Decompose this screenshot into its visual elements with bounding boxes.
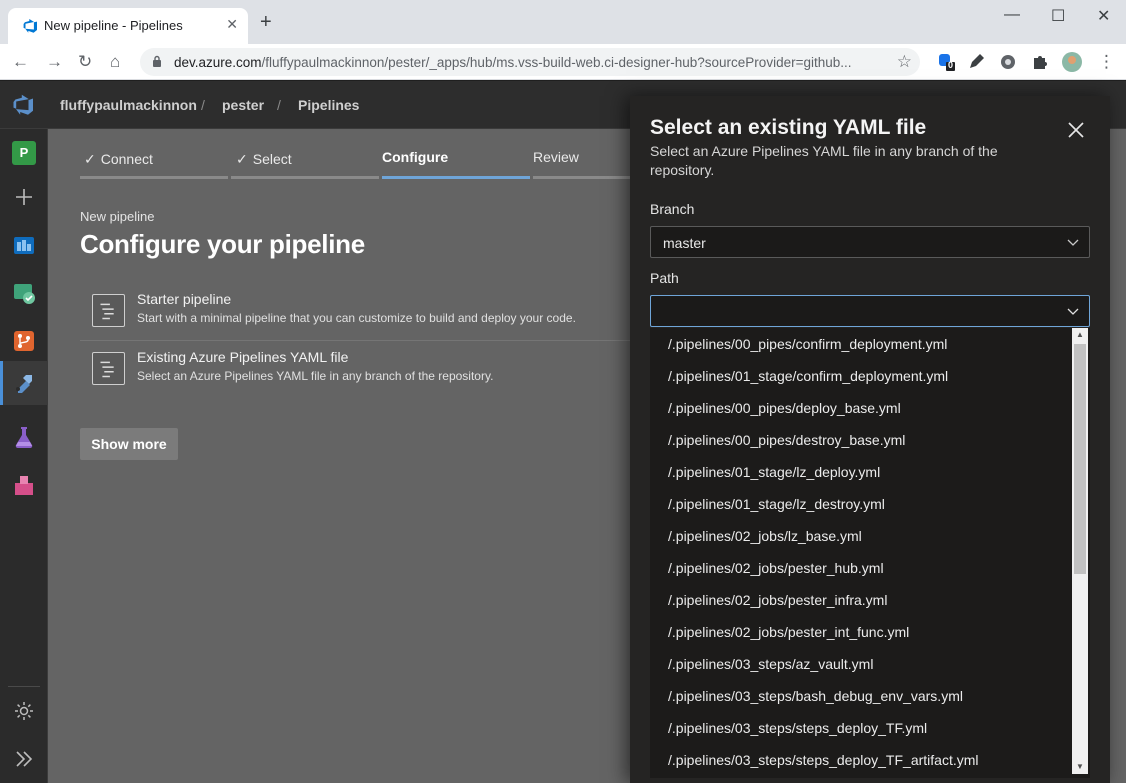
breadcrumb-separator: / (277, 97, 281, 113)
extension-counter-icon[interactable]: 0 (936, 52, 956, 72)
step-underline (80, 176, 228, 179)
home-icon[interactable]: ⌂ (110, 52, 120, 72)
settings-gear-icon[interactable] (12, 699, 36, 723)
profile-avatar[interactable] (1062, 52, 1082, 72)
option-description: Select an Azure Pipelines YAML file in a… (137, 369, 494, 383)
azure-devops-favicon-icon (23, 19, 37, 33)
path-option[interactable]: /.pipelines/03_steps/az_vault.yml (650, 648, 1070, 680)
rail-divider (8, 686, 40, 687)
close-window-icon[interactable]: ✕ (1097, 6, 1110, 26)
lock-icon (153, 55, 161, 67)
path-option[interactable]: /.pipelines/00_pipes/deploy_base.yml (650, 392, 1070, 424)
shield-extension-icon[interactable] (998, 52, 1018, 72)
step-connect[interactable]: ✓ Connect (84, 151, 153, 168)
path-dropdown[interactable] (650, 295, 1090, 327)
url-path: /fluffypaulmackinnon/pester/_apps/hub/ms… (261, 55, 852, 70)
step-label: Select (252, 151, 292, 167)
browser-tab-strip: New pipeline - Pipelines ✕ + — ☐ ✕ (0, 0, 1126, 44)
expand-chevrons-icon[interactable] (12, 747, 36, 771)
branch-dropdown[interactable]: master (650, 226, 1090, 258)
pen-extension-icon[interactable] (966, 52, 986, 72)
path-listbox: /.pipelines/03_steps/steps_deploy_TF_art… (650, 328, 1090, 778)
page-kicker: New pipeline (80, 209, 155, 224)
extension-badge: 0 (948, 60, 954, 70)
address-bar[interactable]: dev.azure.com/fluffypaulmackinnon/pester… (140, 48, 920, 76)
pipeline-yaml-icon (92, 352, 125, 385)
boards-icon[interactable] (12, 233, 36, 257)
select-yaml-panel: Select an existing YAML file Select an A… (630, 96, 1110, 783)
step-select[interactable]: ✓ Select (236, 151, 292, 168)
artifacts-icon[interactable] (12, 473, 36, 497)
url-host: dev.azure.com (174, 55, 262, 70)
back-icon[interactable]: ← (12, 52, 29, 72)
pipelines-icon[interactable] (12, 371, 36, 395)
test-plans-flask-icon[interactable] (12, 425, 36, 449)
tab-close-icon[interactable]: ✕ (226, 16, 238, 33)
path-option[interactable]: /.pipelines/01_stage/confirm_deployment.… (650, 360, 1070, 392)
path-option[interactable]: /.pipelines/03_steps/steps_deploy_TF_art… (650, 744, 1070, 776)
step-underline (533, 176, 633, 179)
scroll-up-icon[interactable]: ▲ (1072, 328, 1088, 342)
pipeline-yaml-icon (92, 294, 125, 327)
close-icon[interactable] (1066, 120, 1086, 140)
azure-devops-logo-icon[interactable] (12, 93, 36, 117)
panel-subtitle: Select an Azure Pipelines YAML file in a… (650, 143, 998, 178)
option-description: Start with a minimal pipeline that you c… (137, 311, 576, 325)
add-icon[interactable] (12, 185, 36, 209)
step-label: Connect (100, 151, 153, 167)
branch-value: master (663, 235, 706, 251)
scrollbar-thumb[interactable] (1074, 344, 1086, 574)
maximize-icon[interactable]: ☐ (1051, 6, 1065, 26)
path-option[interactable]: /.pipelines/02_jobs/pester_hub.yml (650, 552, 1070, 584)
check-icon: ✓ (236, 151, 248, 167)
repos-icon[interactable] (12, 329, 36, 353)
bookmark-star-icon[interactable]: ☆ (897, 52, 912, 72)
path-label: Path (650, 270, 679, 286)
scroll-down-icon[interactable]: ▼ (1072, 760, 1088, 774)
step-underline-active (382, 176, 530, 179)
browser-toolbar: ← → ↻ ⌂ dev.azure.com/fluffypaulmackinno… (0, 44, 1126, 80)
extensions-puzzle-icon[interactable] (1030, 52, 1050, 72)
path-option[interactable]: /.pipelines/00_pipes/confirm_deployment.… (650, 328, 1070, 360)
path-option[interactable]: /.pipelines/01_stage/lz_deploy.yml (650, 456, 1070, 488)
breadcrumb-pipelines[interactable]: Pipelines (298, 97, 359, 113)
chevron-down-icon (1067, 239, 1079, 246)
step-underline (231, 176, 379, 179)
branch-label: Branch (650, 201, 695, 217)
step-configure[interactable]: Configure (382, 149, 448, 165)
page-title: Configure your pipeline (80, 229, 365, 259)
option-divider (80, 340, 640, 341)
new-tab-button[interactable]: + (260, 12, 272, 32)
chevron-down-icon (1067, 308, 1079, 315)
starter-pipeline-option[interactable]: Starter pipeline Start with a minimal pi… (80, 288, 640, 340)
option-title: Existing Azure Pipelines YAML file (137, 349, 349, 365)
check-icon: ✓ (84, 151, 96, 167)
project-badge[interactable]: P (12, 141, 36, 165)
browser-tab[interactable]: New pipeline - Pipelines ✕ (8, 8, 248, 44)
existing-yaml-option[interactable]: Existing Azure Pipelines YAML file Selec… (80, 346, 640, 398)
path-option[interactable]: /.pipelines/02_jobs/lz_base.yml (650, 520, 1070, 552)
url-text: dev.azure.com/fluffypaulmackinnon/pester… (174, 55, 884, 70)
left-nav-rail: P (0, 129, 48, 783)
option-title: Starter pipeline (137, 291, 232, 307)
tab-title: New pipeline - Pipelines (44, 18, 183, 33)
forward-icon[interactable]: → (46, 52, 63, 72)
panel-title: Select an existing YAML file (650, 116, 927, 139)
step-review[interactable]: Review (533, 149, 579, 165)
show-more-button[interactable]: Show more (80, 428, 178, 460)
path-option[interactable]: /.pipelines/00_pipes/destroy_base.yml (650, 424, 1070, 456)
breadcrumb-organization[interactable]: fluffypaulmackinnon (60, 97, 197, 113)
breadcrumb-project[interactable]: pester (222, 97, 264, 113)
test-plans-check-icon[interactable] (12, 281, 36, 305)
reload-icon[interactable]: ↻ (78, 52, 92, 72)
browser-menu-icon[interactable]: ⋮ (1098, 52, 1115, 72)
path-option[interactable]: /.pipelines/03_steps/steps_deploy_TF.yml (650, 712, 1070, 744)
path-option[interactable]: /.pipelines/03_steps/bash_debug_env_vars… (650, 680, 1070, 712)
minimize-icon[interactable]: — (1004, 6, 1020, 24)
path-option[interactable]: /.pipelines/01_stage/lz_destroy.yml (650, 488, 1070, 520)
path-option[interactable]: /.pipelines/02_jobs/pester_int_func.yml (650, 616, 1070, 648)
path-option[interactable]: /.pipelines/02_jobs/pester_infra.yml (650, 584, 1070, 616)
breadcrumb-separator: / (201, 97, 205, 113)
